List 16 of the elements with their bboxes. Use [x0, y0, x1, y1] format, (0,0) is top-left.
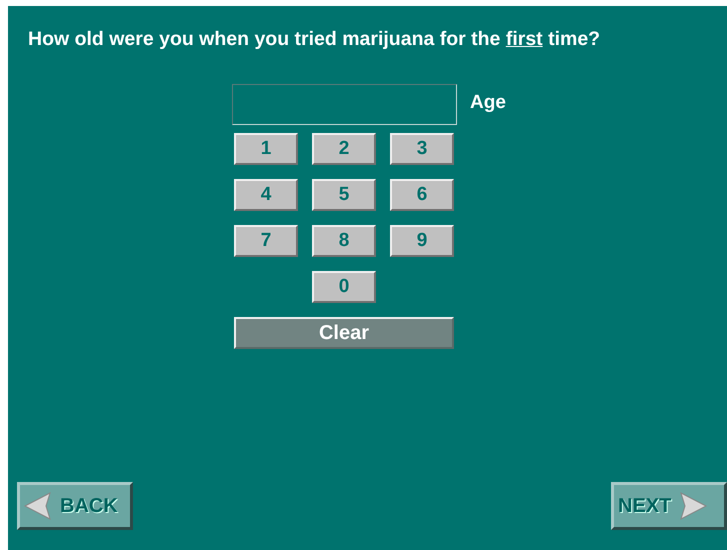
number-key[interactable]: 0 — [312, 271, 376, 303]
number-key[interactable]: 8 — [312, 225, 376, 257]
number-key[interactable]: 1 — [234, 133, 298, 165]
question-text: How old were you when you tried marijuana for the first time? — [27, 27, 602, 51]
number-key[interactable]: 6 — [390, 179, 454, 211]
number-key[interactable]: 4 — [234, 179, 298, 211]
number-key[interactable]: 5 — [312, 179, 376, 211]
next-button[interactable]: NEXT — [611, 482, 727, 530]
age-label: Age — [470, 91, 506, 115]
clear-button[interactable]: Clear — [234, 317, 454, 349]
number-key[interactable]: 2 — [312, 133, 376, 165]
number-key[interactable]: 3 — [390, 133, 454, 165]
age-input-field[interactable] — [232, 84, 457, 125]
number-key[interactable]: 9 — [390, 225, 454, 257]
number-key[interactable]: 7 — [234, 225, 298, 257]
back-button[interactable]: BACK — [17, 482, 133, 530]
